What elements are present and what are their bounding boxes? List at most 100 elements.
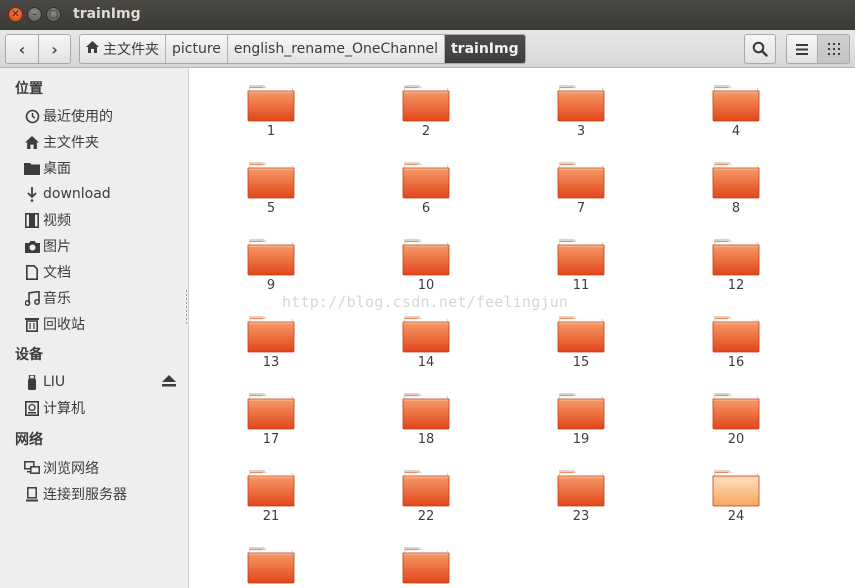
folder-item[interactable]: 19 bbox=[541, 390, 621, 460]
folder-item[interactable]: 17 bbox=[231, 390, 311, 460]
maximize-window-button[interactable]: □ bbox=[46, 7, 61, 22]
folder-icon bbox=[24, 160, 40, 176]
folder-item[interactable]: 14 bbox=[386, 313, 466, 383]
chevron-right-icon: › bbox=[51, 39, 58, 59]
folder-icon bbox=[712, 316, 760, 353]
sidebar-item-documents[interactable]: 文档 bbox=[24, 260, 184, 284]
sidebar-item-connect-server[interactable]: 连接到服务器 bbox=[24, 482, 184, 506]
list-icon bbox=[796, 43, 808, 55]
folder-label: 15 bbox=[572, 355, 590, 370]
crumb-home[interactable]: 主文件夹 bbox=[80, 35, 165, 63]
folder-label: 3 bbox=[576, 124, 586, 139]
minimize-window-button[interactable]: – bbox=[27, 7, 42, 22]
folder-item[interactable]: 6 bbox=[386, 159, 466, 229]
folder-item[interactable]: 18 bbox=[386, 390, 466, 460]
folder-label: 11 bbox=[572, 278, 590, 293]
document-icon bbox=[24, 264, 40, 280]
folder-item[interactable]: 3 bbox=[541, 82, 621, 152]
folder-icon bbox=[712, 85, 760, 122]
sidebar-item-label: 视频 bbox=[43, 213, 71, 229]
sidebar-item-trash[interactable]: 回收站 bbox=[24, 312, 184, 336]
folder-item[interactable]: 8 bbox=[696, 159, 776, 229]
list-view-button[interactable] bbox=[786, 34, 818, 64]
sidebar-item-home[interactable]: 主文件夹 bbox=[24, 130, 184, 154]
back-button[interactable]: ‹ bbox=[6, 35, 38, 63]
folder-icon bbox=[402, 316, 450, 353]
folder-item[interactable]: 16 bbox=[696, 313, 776, 383]
crumb-picture[interactable]: picture bbox=[165, 35, 227, 63]
folder-item[interactable] bbox=[231, 544, 311, 588]
folder-item[interactable]: 5 bbox=[231, 159, 311, 229]
folder-label: 8 bbox=[731, 201, 741, 216]
folder-label: 20 bbox=[727, 432, 745, 447]
sidebar-item-label: 文档 bbox=[43, 265, 71, 281]
folder-label: 21 bbox=[262, 509, 280, 524]
sidebar-item-computer[interactable]: 计算机 bbox=[24, 396, 184, 420]
folder-icon bbox=[712, 393, 760, 430]
sidebar-item-desktop[interactable]: 桌面 bbox=[24, 156, 184, 180]
crumb-label: 主文件夹 bbox=[103, 42, 159, 58]
server-icon bbox=[24, 486, 40, 502]
folder-item[interactable]: 20 bbox=[696, 390, 776, 460]
film-icon bbox=[24, 212, 40, 228]
folder-label: 23 bbox=[572, 509, 590, 524]
folder-icon bbox=[402, 393, 450, 430]
folder-label: 17 bbox=[262, 432, 280, 447]
folder-item[interactable]: 22 bbox=[386, 467, 466, 537]
sidebar-item-music[interactable]: 音乐 bbox=[24, 286, 184, 310]
folder-item[interactable]: 21 bbox=[231, 467, 311, 537]
folder-icon bbox=[712, 162, 760, 199]
search-button[interactable] bbox=[744, 34, 776, 64]
crumb-english-rename[interactable]: english_rename_OneChannel bbox=[226, 35, 444, 63]
folder-icon bbox=[712, 470, 760, 507]
grid-view-button[interactable] bbox=[818, 34, 850, 64]
folder-icon bbox=[557, 393, 605, 430]
folder-item[interactable]: 2 bbox=[386, 82, 466, 152]
sidebar-item-recent[interactable]: 最近使用的 bbox=[24, 104, 184, 128]
folder-icon bbox=[557, 162, 605, 199]
clock-icon bbox=[24, 108, 40, 124]
toolbar: ‹ › 主文件夹 picture english_rename_OneChann… bbox=[0, 30, 855, 68]
folder-label: 18 bbox=[417, 432, 435, 447]
folder-item[interactable]: 7 bbox=[541, 159, 621, 229]
section-title-places: 位置 bbox=[15, 81, 43, 97]
folder-item[interactable]: 23 bbox=[541, 467, 621, 537]
crumb-trainimg[interactable]: trainImg bbox=[443, 35, 525, 63]
sidebar-item-label: 连接到服务器 bbox=[43, 487, 127, 503]
sidebar-resize-handle[interactable] bbox=[186, 290, 189, 326]
crumb-label: trainImg bbox=[450, 41, 519, 57]
crumb-label: english_rename_OneChannel bbox=[233, 41, 438, 57]
minimize-icon: – bbox=[32, 8, 37, 20]
folder-label: 1 bbox=[266, 124, 276, 139]
folder-item[interactable]: 15 bbox=[541, 313, 621, 383]
folder-item[interactable]: 12 bbox=[696, 236, 776, 306]
forward-button[interactable]: › bbox=[38, 35, 70, 63]
sidebar-item-label: 浏览网络 bbox=[43, 461, 99, 477]
folder-label: 12 bbox=[727, 278, 745, 293]
sidebar-item-label: 计算机 bbox=[43, 401, 85, 417]
folder-icon bbox=[247, 316, 295, 353]
folder-item[interactable]: 13 bbox=[231, 313, 311, 383]
network-icon bbox=[24, 460, 40, 476]
sidebar-item-videos[interactable]: 视频 bbox=[24, 208, 184, 232]
close-window-button[interactable]: ✕ bbox=[8, 7, 23, 22]
folder-label: 22 bbox=[417, 509, 435, 524]
trash-icon bbox=[24, 316, 40, 332]
folder-item[interactable]: 1 bbox=[231, 82, 311, 152]
folder-item[interactable]: 4 bbox=[696, 82, 776, 152]
folder-label: 5 bbox=[266, 201, 276, 216]
folder-item[interactable]: 24 bbox=[696, 467, 776, 537]
folder-icon bbox=[247, 470, 295, 507]
sidebar-item-browse-network[interactable]: 浏览网络 bbox=[24, 456, 184, 480]
folder-label: 9 bbox=[266, 278, 276, 293]
folder-item[interactable] bbox=[386, 544, 466, 588]
folder-label: 14 bbox=[417, 355, 435, 370]
sidebar-item-label: 最近使用的 bbox=[43, 109, 113, 125]
sidebar-item-pictures[interactable]: 图片 bbox=[24, 234, 184, 258]
sidebar-item-download[interactable]: download bbox=[24, 182, 184, 206]
folder-icon bbox=[402, 85, 450, 122]
sidebar-item-liu[interactable]: LIU bbox=[24, 370, 184, 394]
folder-label: 2 bbox=[421, 124, 431, 139]
eject-icon[interactable] bbox=[162, 374, 176, 390]
title-bar: ✕ – □ trainImg bbox=[0, 0, 855, 30]
